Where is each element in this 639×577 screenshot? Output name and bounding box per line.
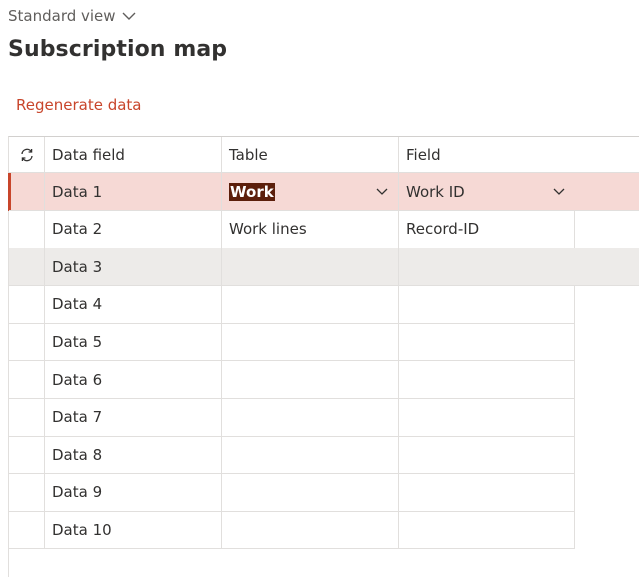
table-cell[interactable] (222, 323, 399, 362)
data-field-cell: Data 8 (45, 436, 222, 475)
table-dropdown-value: Work (229, 182, 275, 201)
chevron-down-icon (553, 188, 565, 195)
refresh-icon (20, 148, 33, 161)
row-selector[interactable] (9, 473, 45, 512)
table-cell[interactable] (222, 361, 399, 399)
field-cell[interactable] (399, 285, 575, 324)
table-row[interactable]: Data 1 Work Work ID (8, 173, 639, 211)
column-header-field[interactable]: Field (399, 137, 639, 173)
table-row[interactable]: Data 10 (9, 511, 639, 550)
view-selector[interactable]: Standard view (8, 7, 136, 25)
table-row[interactable]: Data 5 (9, 323, 639, 362)
table-row[interactable]: Data 2 Work lines Record-ID (9, 210, 639, 249)
column-header-data-field[interactable]: Data field (45, 137, 222, 173)
data-field-cell: Data 1 (45, 173, 222, 211)
table-row[interactable]: Data 7 (9, 398, 639, 437)
field-cell[interactable] (399, 473, 575, 512)
table-row[interactable]: Data 3 (9, 248, 639, 287)
field-cell[interactable] (399, 248, 639, 287)
row-selector[interactable] (9, 511, 45, 550)
field-cell[interactable] (399, 398, 575, 437)
field-dropdown[interactable]: Work ID (406, 173, 639, 210)
field-cell[interactable] (399, 511, 575, 550)
data-field-cell: Data 5 (45, 323, 222, 362)
table-dropdown[interactable]: Work (229, 173, 398, 210)
row-selector[interactable] (9, 210, 45, 249)
data-field-cell: Data 9 (45, 473, 222, 512)
table-cell[interactable] (222, 398, 399, 437)
table-row[interactable]: Data 8 (9, 436, 639, 475)
table-row[interactable]: Data 9 (9, 473, 639, 512)
column-header-table[interactable]: Table (222, 137, 399, 173)
grid-header-row: Data field Table Field (9, 137, 639, 173)
table-cell[interactable]: Work (222, 173, 399, 211)
refresh-column-header[interactable] (9, 137, 45, 173)
view-selector-label: Standard view (8, 7, 116, 25)
row-selector[interactable] (9, 436, 45, 475)
data-field-cell: Data 6 (45, 361, 222, 399)
table-cell[interactable] (222, 248, 399, 287)
field-cell[interactable]: Work ID (399, 173, 639, 211)
row-selector[interactable] (9, 398, 45, 437)
table-cell[interactable] (222, 285, 399, 324)
page-title: Subscription map (8, 37, 228, 62)
table-row[interactable]: Data 6 (9, 361, 639, 399)
field-cell[interactable] (399, 323, 575, 362)
field-cell[interactable]: Record-ID (399, 210, 575, 249)
table-cell[interactable] (222, 473, 399, 512)
data-field-cell: Data 10 (45, 511, 222, 550)
data-field-cell: Data 7 (45, 398, 222, 437)
row-selector[interactable] (9, 173, 45, 211)
table-cell[interactable] (222, 511, 399, 550)
chevron-down-icon (122, 12, 136, 20)
field-cell[interactable] (399, 361, 575, 399)
subscription-map-grid: Data field Table Field Data 1 Work Work ID… (8, 136, 639, 577)
table-cell[interactable]: Work lines (222, 210, 399, 249)
chevron-down-icon (376, 188, 388, 195)
regenerate-data-button[interactable]: Regenerate data (16, 96, 142, 114)
row-selector[interactable] (9, 285, 45, 324)
field-cell[interactable] (399, 436, 575, 475)
field-dropdown-value: Work ID (406, 182, 465, 201)
data-field-cell: Data 2 (45, 210, 222, 249)
row-selector[interactable] (9, 361, 45, 399)
table-row[interactable]: Data 4 (9, 285, 639, 324)
data-field-cell: Data 3 (45, 248, 222, 287)
row-selector[interactable] (9, 248, 45, 287)
data-field-cell: Data 4 (45, 285, 222, 324)
table-cell[interactable] (222, 436, 399, 475)
row-selector[interactable] (9, 323, 45, 362)
